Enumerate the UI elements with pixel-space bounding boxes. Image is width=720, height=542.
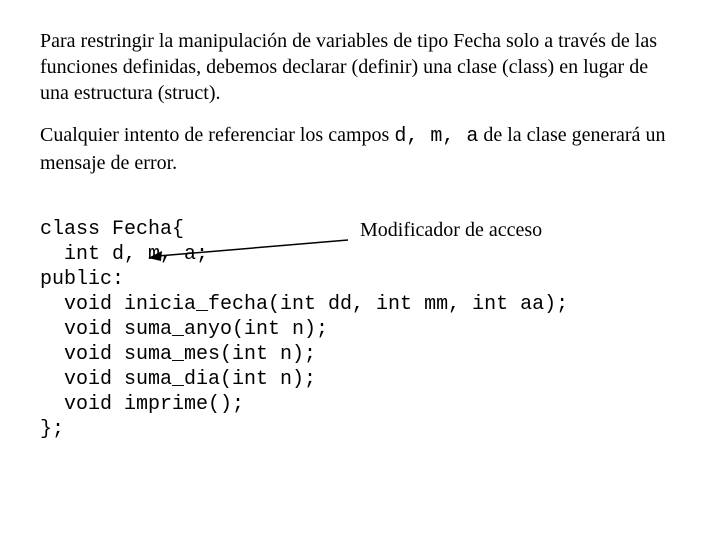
code-block: class Fecha{ int d, m, a; public: void i… (40, 192, 680, 542)
paragraph-2-fields: d, m, a (394, 125, 478, 148)
annotation-label: Modificador de acceso (360, 218, 542, 243)
code-line-5: void suma_anyo(int n); (40, 318, 328, 341)
paragraph-2-lead: Cualquier intento de referenciar los cam… (40, 124, 394, 146)
code-line-3: public: (40, 268, 124, 291)
code-line-7: void suma_dia(int n); (40, 368, 316, 391)
code-line-4: void inicia_fecha(int dd, int mm, int aa… (40, 293, 568, 316)
paragraph-2: Cualquier intento de referenciar los cam… (40, 122, 680, 176)
arrow-icon (148, 238, 358, 264)
paragraph-1-text: Para restringir la manipulación de varia… (40, 30, 657, 104)
code-line-6: void suma_mes(int n); (40, 343, 316, 366)
paragraph-1: Para restringir la manipulación de varia… (40, 28, 680, 106)
code-line-9: }; (40, 418, 64, 441)
code-line-8: void imprime(); (40, 393, 244, 416)
